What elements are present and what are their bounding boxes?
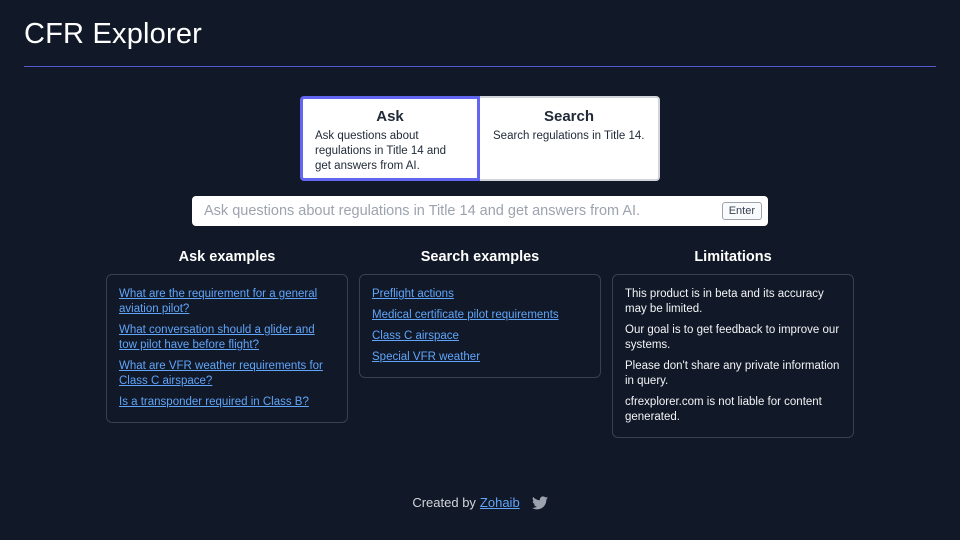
ask-example-link[interactable]: What are VFR weather requirements for Cl… xyxy=(119,359,335,389)
search-example-link[interactable]: Class C airspace xyxy=(372,329,588,344)
limitation-item: Our goal is to get feedback to improve o… xyxy=(625,324,840,351)
limitations-title: Limitations xyxy=(694,249,772,265)
limitation-item: Please don't share any private informati… xyxy=(625,360,840,387)
search-bar: Enter xyxy=(192,196,768,226)
search-examples-column: Search examples Preflight actions Medica… xyxy=(359,248,601,438)
enter-button[interactable]: Enter xyxy=(721,202,762,220)
search-example-link[interactable]: Preflight actions xyxy=(372,287,588,302)
search-mode-title: Search xyxy=(543,108,595,125)
limitations-column: Limitations This product is in beta and … xyxy=(612,248,854,438)
footer: Created by Zohaib xyxy=(0,495,960,510)
search-example-link[interactable]: Special VFR weather xyxy=(372,350,588,365)
footer-prefix: Created by xyxy=(412,495,476,510)
ask-example-link[interactable]: What are the requirement for a general a… xyxy=(119,287,335,317)
ask-example-link[interactable]: What conversation should a glider and to… xyxy=(119,323,335,353)
search-mode-card[interactable]: Search Search regulations in Title 14. xyxy=(480,96,660,181)
ask-example-link[interactable]: Is a transponder required in Class B? xyxy=(119,395,335,410)
ask-mode-title: Ask xyxy=(376,108,404,125)
search-examples-panel: Preflight actions Medical certificate pi… xyxy=(359,274,601,378)
info-columns: Ask examples What are the requirement fo… xyxy=(106,248,854,438)
limitations-panel: This product is in beta and its accuracy… xyxy=(612,274,854,438)
mode-toggle: Ask Ask questions about regulations in T… xyxy=(300,96,660,181)
ask-mode-description: Ask questions about regulations in Title… xyxy=(315,130,447,172)
limitation-item: cfrexplorer.com is not liable for conten… xyxy=(625,396,822,423)
search-examples-title: Search examples xyxy=(420,249,540,265)
author-link[interactable]: Zohaib xyxy=(480,495,520,510)
ask-mode-card[interactable]: Ask Ask questions about regulations in T… xyxy=(300,96,480,181)
header: CFR Explorer xyxy=(24,16,936,52)
ask-examples-column: Ask examples What are the requirement fo… xyxy=(106,248,348,438)
search-input[interactable] xyxy=(204,203,722,219)
ask-examples-panel: What are the requirement for a general a… xyxy=(106,274,348,423)
search-example-link[interactable]: Medical certificate pilot requirements xyxy=(372,308,588,323)
twitter-icon[interactable] xyxy=(531,495,548,510)
site-title: CFR Explorer xyxy=(24,18,203,50)
page: CFR Explorer Ask Ask questions about reg… xyxy=(0,0,960,540)
limitation-item: This product is in beta and its accuracy… xyxy=(625,288,824,315)
header-divider xyxy=(24,66,936,67)
search-mode-description: Search regulations in Title 14. xyxy=(493,130,645,142)
ask-examples-title: Ask examples xyxy=(178,249,276,265)
